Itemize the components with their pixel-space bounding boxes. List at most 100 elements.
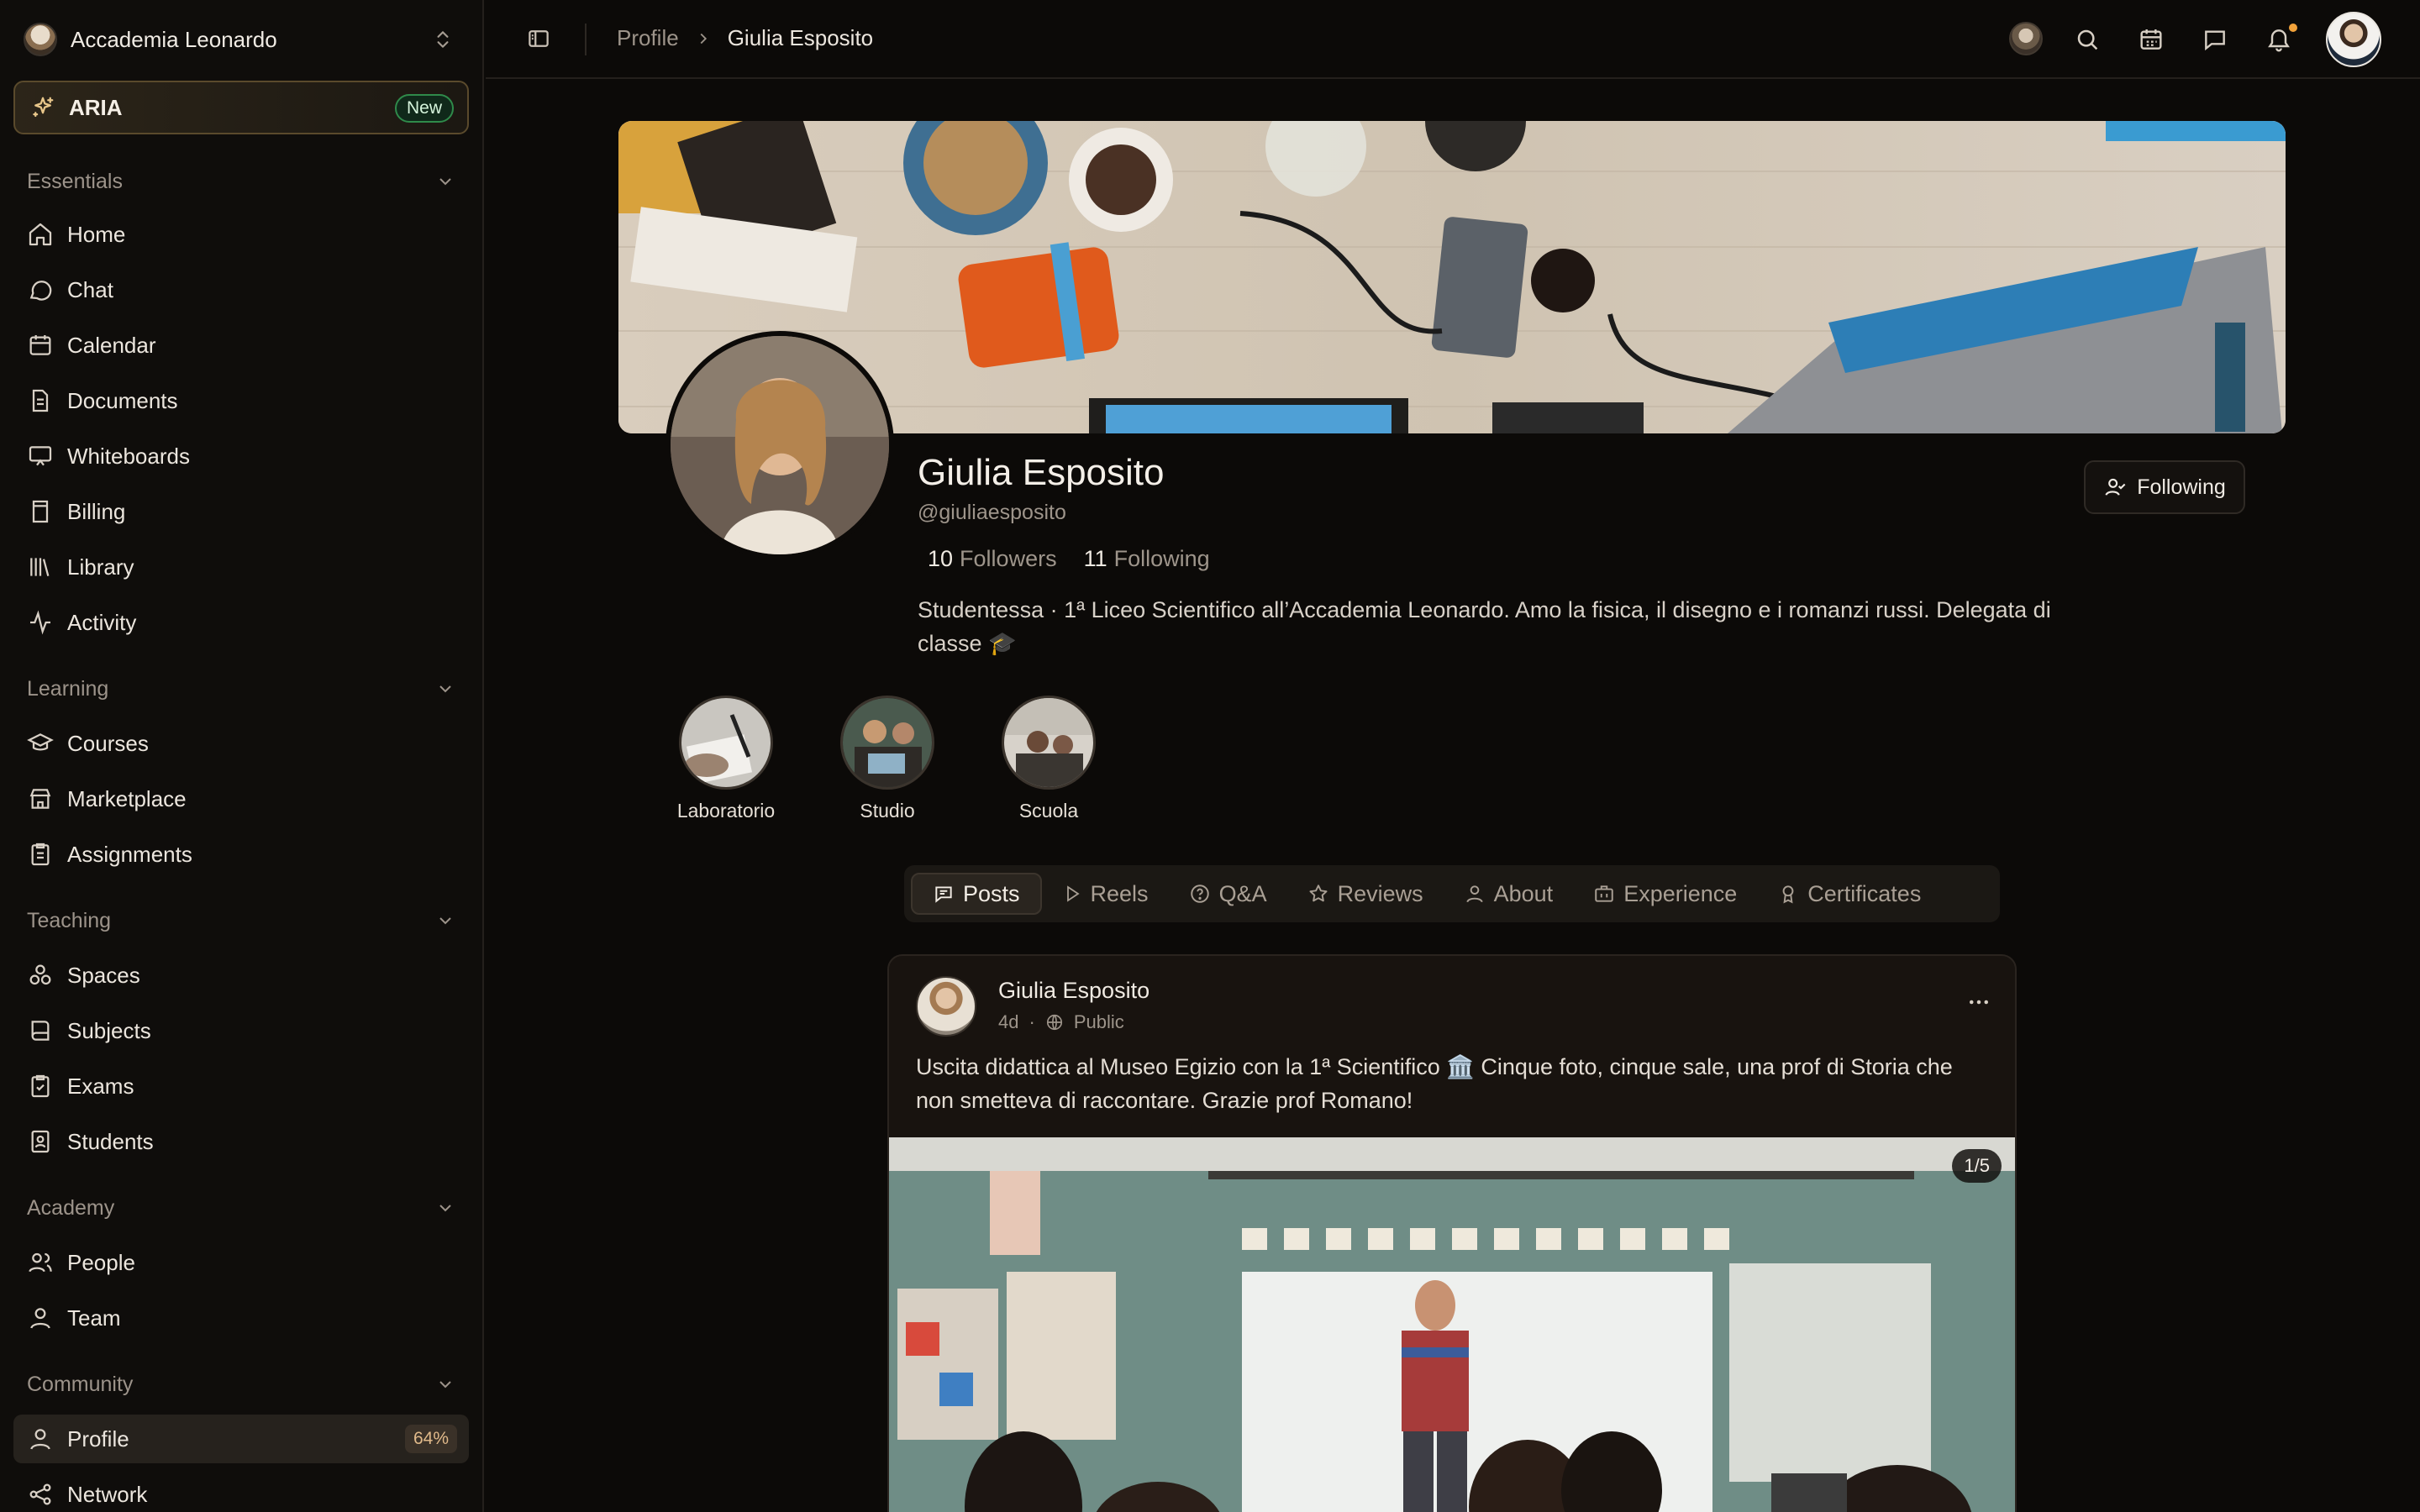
tab-label: Q&A xyxy=(1218,880,1267,906)
highlight-thumbnail xyxy=(840,696,934,790)
sidebar-item-billing[interactable]: Billing xyxy=(13,487,469,536)
sidebar-item-label: Billing xyxy=(67,498,126,524)
tab-experience[interactable]: Experience xyxy=(1573,873,1757,915)
sidebar-item-network[interactable]: Network xyxy=(13,1470,469,1512)
following-button-label: Following xyxy=(2137,475,2226,499)
sidebar-item-chat[interactable]: Chat xyxy=(13,265,469,314)
post-text: Uscita didattica al Museo Egizio con la … xyxy=(916,1054,1953,1113)
section-title: Community xyxy=(27,1372,134,1396)
post-author-avatar[interactable] xyxy=(916,976,976,1037)
calendar-icon[interactable] xyxy=(2138,26,2165,53)
post-image[interactable]: 1/5 xyxy=(889,1137,2015,1512)
tab-reviews[interactable]: Reviews xyxy=(1287,873,1444,915)
clipboard-check-icon xyxy=(27,1073,54,1100)
tab-label: Certificates xyxy=(1807,880,1922,906)
sidebar-item-library[interactable]: Library xyxy=(13,543,469,591)
home-icon xyxy=(27,221,54,248)
award-icon xyxy=(1777,883,1799,905)
profile-stats: 10 Followers 11 Following xyxy=(928,546,1210,572)
post-author-name[interactable]: Giulia Esposito xyxy=(998,978,1150,1004)
user-icon xyxy=(1464,883,1486,905)
billing-icon xyxy=(27,498,54,525)
chevron-down-icon xyxy=(435,1198,455,1218)
sidebar-item-team[interactable]: Team xyxy=(13,1294,469,1342)
activity-icon xyxy=(27,609,54,636)
aria-button[interactable]: ARIA New xyxy=(13,81,469,134)
profile-handle: @giuliaesposito xyxy=(918,501,1066,524)
highlight-studio[interactable]: Studio xyxy=(820,696,955,822)
chat-square-icon xyxy=(933,883,955,905)
user-avatar[interactable] xyxy=(2326,12,2381,67)
tab-label: Reels xyxy=(1090,880,1149,906)
sidebar-item-label: Activity xyxy=(67,609,137,635)
sidebar-item-activity[interactable]: Activity xyxy=(13,598,469,647)
sidebar-item-spaces[interactable]: Spaces xyxy=(13,951,469,1000)
sidebar-item-profile[interactable]: Profile 64% xyxy=(13,1415,469,1463)
tab-certificates[interactable]: Certificates xyxy=(1757,873,1941,915)
search-icon[interactable] xyxy=(2074,26,2101,53)
highlight-scuola[interactable]: Scuola xyxy=(981,696,1116,822)
followers-label: Followers xyxy=(960,546,1057,571)
breadcrumb-current: Giulia Esposito xyxy=(727,25,874,50)
sidebar-item-courses[interactable]: Courses xyxy=(13,719,469,768)
tab-about[interactable]: About xyxy=(1444,873,1574,915)
profile-completion-badge: 64% xyxy=(404,1425,457,1453)
profile-name: Giulia Esposito xyxy=(918,452,1165,493)
sidebar-item-whiteboards[interactable]: Whiteboards xyxy=(13,432,469,480)
section-title: Learning xyxy=(27,676,109,701)
org-logo xyxy=(24,23,57,56)
tab-label: Posts xyxy=(963,880,1020,906)
following-link[interactable]: 11 Following xyxy=(1084,546,1210,572)
aria-label: ARIA xyxy=(69,94,123,120)
sidebar-item-home[interactable]: Home xyxy=(13,210,469,259)
section-teaching[interactable]: Teaching xyxy=(27,904,455,937)
spaces-icon xyxy=(27,962,54,989)
library-icon xyxy=(27,554,54,580)
tab-posts[interactable]: Posts xyxy=(911,873,1042,915)
section-learning[interactable]: Learning xyxy=(27,672,455,706)
id-badge-icon xyxy=(27,1128,54,1155)
sidebar-item-subjects[interactable]: Subjects xyxy=(13,1006,469,1055)
chevron-down-icon xyxy=(435,679,455,699)
question-icon xyxy=(1189,883,1211,905)
chat-icon xyxy=(27,276,54,303)
meta-separator: · xyxy=(1028,1011,1035,1032)
org-switcher[interactable]: Accademia Leonardo xyxy=(24,22,454,57)
section-essentials[interactable]: Essentials xyxy=(27,165,455,198)
profile-avatar[interactable] xyxy=(666,331,894,559)
image-counter: 1/5 xyxy=(1952,1149,2002,1183)
tab-reels[interactable]: Reels xyxy=(1042,873,1169,915)
followers-count: 10 xyxy=(928,546,954,571)
sidebar-item-people[interactable]: People xyxy=(13,1238,469,1287)
achievement-avatar[interactable] xyxy=(2009,22,2043,55)
notification-dot xyxy=(2289,24,2297,32)
sidebar-item-marketplace[interactable]: Marketplace xyxy=(13,774,469,823)
highlight-thumbnail xyxy=(1002,696,1096,790)
sidebar-item-calendar[interactable]: Calendar xyxy=(13,321,469,370)
user-icon xyxy=(27,1305,54,1331)
tab-qa[interactable]: Q&A xyxy=(1169,873,1287,915)
user-check-icon xyxy=(2103,475,2127,499)
sidebar-item-students[interactable]: Students xyxy=(13,1117,469,1166)
breadcrumb-profile-link[interactable]: Profile xyxy=(617,25,679,51)
following-button[interactable]: Following xyxy=(2084,460,2245,514)
highlight-label: Scuola xyxy=(1018,800,1079,822)
more-options-icon[interactable] xyxy=(1966,990,1991,1015)
section-community[interactable]: Community xyxy=(27,1368,455,1401)
globe-icon xyxy=(1045,1013,1064,1032)
sparkles-icon xyxy=(30,95,55,120)
sidebar-item-documents[interactable]: Documents xyxy=(13,376,469,425)
bell-icon[interactable] xyxy=(2265,26,2292,53)
divider xyxy=(585,24,587,55)
sidebar-item-label: Chat xyxy=(67,276,113,302)
messages-icon[interactable] xyxy=(2202,26,2228,53)
highlight-laboratorio[interactable]: Laboratorio xyxy=(659,696,793,822)
sidebar-item-exams[interactable]: Exams xyxy=(13,1062,469,1110)
sidebar-item-assignments[interactable]: Assignments xyxy=(13,830,469,879)
post-age: 4d xyxy=(998,1011,1019,1032)
tab-label: Experience xyxy=(1623,880,1738,906)
section-academy[interactable]: Academy xyxy=(27,1191,455,1225)
followers-link[interactable]: 10 Followers xyxy=(928,546,1057,572)
sidebar-toggle-icon[interactable] xyxy=(526,26,551,51)
book-icon xyxy=(27,1017,54,1044)
